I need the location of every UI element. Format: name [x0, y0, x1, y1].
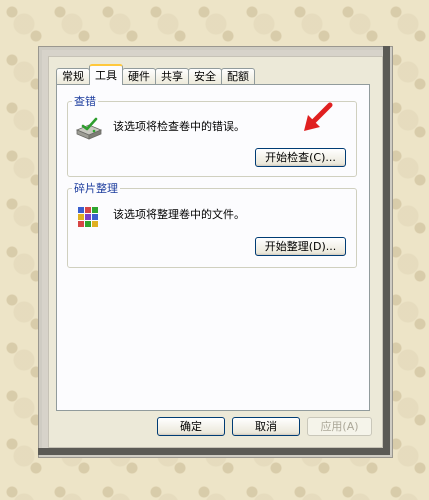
tab-hardware[interactable]: 硬件	[122, 68, 156, 85]
defrag-icon	[78, 207, 98, 227]
start-defrag-button[interactable]: 开始整理(D)...	[255, 237, 346, 256]
defrag-description: 该选项将整理卷中的文件。	[113, 208, 245, 221]
tab-tools[interactable]: 工具	[89, 64, 123, 85]
defrag-title: 碎片整理	[72, 180, 120, 196]
error-check-title: 查错	[72, 93, 98, 109]
apply-button[interactable]: 应用(A)	[307, 417, 372, 436]
tab-strip: 常规 工具 硬件 共享 安全 配额	[56, 64, 255, 85]
tab-sharing[interactable]: 共享	[155, 68, 189, 85]
frame-shadow-bottom	[38, 448, 390, 455]
red-arrow-icon	[304, 102, 333, 131]
cancel-button[interactable]: 取消	[232, 417, 300, 436]
tab-quota[interactable]: 配额	[221, 68, 255, 85]
disk-check-icon	[75, 117, 103, 140]
tab-general[interactable]: 常规	[56, 68, 90, 85]
start-check-button[interactable]: 开始检查(C)...	[255, 148, 346, 167]
frame-shadow-right	[383, 46, 390, 454]
tab-security[interactable]: 安全	[188, 68, 222, 85]
ok-button[interactable]: 确定	[157, 417, 225, 436]
error-check-description: 该选项将检查卷中的错误。	[113, 120, 245, 133]
defrag-group	[67, 188, 357, 268]
